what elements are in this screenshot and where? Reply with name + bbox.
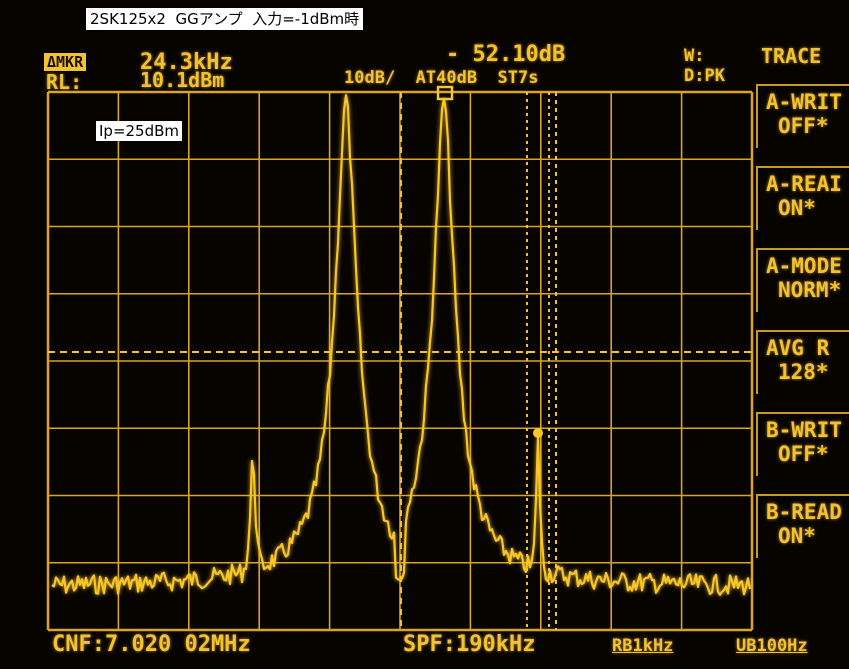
intercept-point-label: Ip=25dBm: [96, 121, 183, 141]
video-bandwidth: UB100Hz: [736, 636, 808, 656]
resolution-bandwidth: RB1kHz: [612, 636, 674, 656]
spectrum-analyzer-screen: 2SK125x2 GGアンプ 入力=-1dBm時 ΔMKR 24.3kHz RL…: [0, 0, 849, 669]
spectrum-display: [46, 85, 754, 632]
center-frequency: CNF:7.020 02MHz: [52, 632, 251, 657]
span-frequency: SPF:190kHz: [403, 632, 536, 657]
delta-marker-dot: [533, 428, 543, 438]
